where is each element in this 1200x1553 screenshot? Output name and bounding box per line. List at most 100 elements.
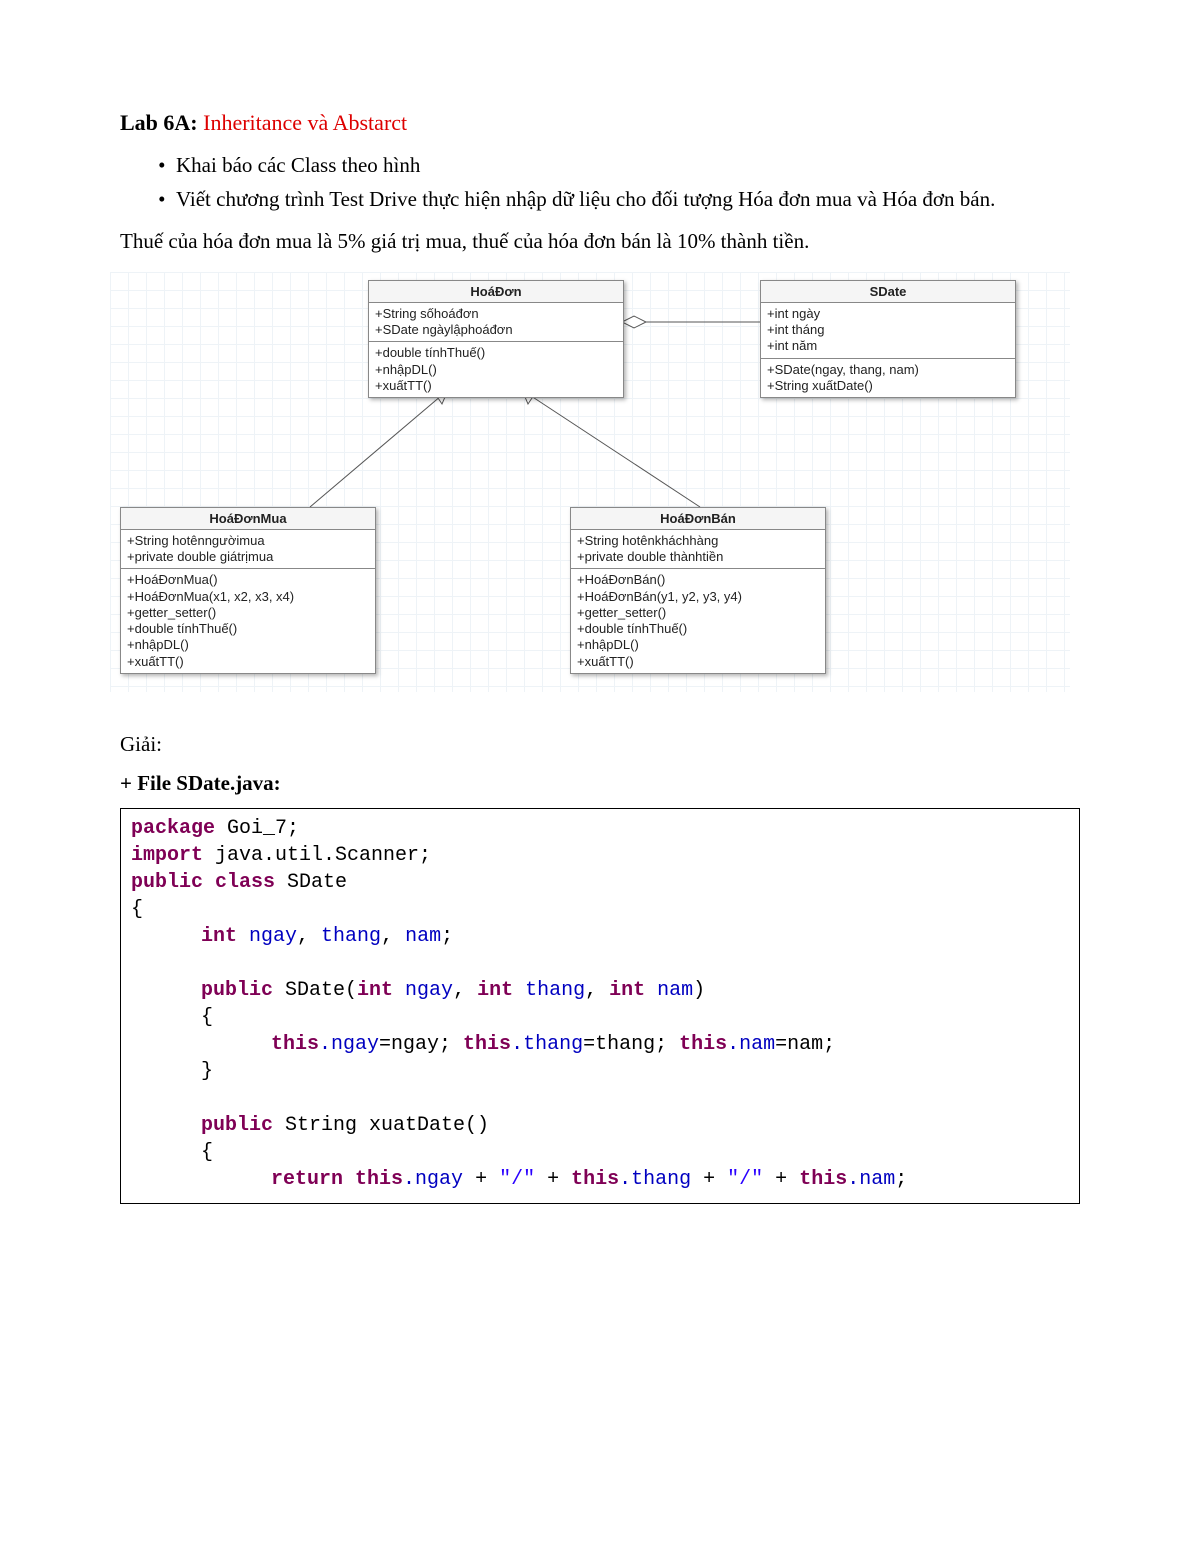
code-txt: { bbox=[201, 1141, 213, 1164]
code-kw: int bbox=[357, 979, 393, 1002]
uml-attr: +int ngày bbox=[767, 306, 1009, 322]
list-item: Viết chương trình Test Drive thực hiện n… bbox=[176, 184, 1080, 214]
code-str: "/" bbox=[499, 1168, 535, 1191]
document-page: Lab 6A: Inheritance và Abstarct Khai báo… bbox=[0, 0, 1200, 1553]
code-txt: { bbox=[131, 898, 143, 921]
uml-op: +nhậpDL() bbox=[375, 362, 617, 378]
code-id: .thang bbox=[511, 1033, 583, 1056]
uml-op: +nhậpDL() bbox=[577, 637, 819, 653]
code-kw: this bbox=[271, 1033, 319, 1056]
uml-op: +getter_setter() bbox=[127, 605, 369, 621]
uml-class-hoadon: HoáĐơn +String sốhoáđơn +SDate ngàylậpho… bbox=[368, 280, 624, 398]
uml-op: +HoáĐơnBán(y1, y2, y3, y4) bbox=[577, 589, 819, 605]
solution-label: Giải: bbox=[120, 732, 1080, 757]
code-txt: ; bbox=[895, 1168, 907, 1191]
code-kw: import bbox=[131, 844, 203, 867]
uml-op: +xuấtTT() bbox=[577, 654, 819, 670]
code-id: .ngay bbox=[319, 1033, 379, 1056]
code-txt: =ngay; bbox=[379, 1033, 463, 1056]
uml-attrs: +String hotênkháchhàng +private double t… bbox=[571, 530, 825, 570]
code-txt: , bbox=[381, 925, 405, 948]
code-kw: int bbox=[477, 979, 513, 1002]
code-kw: this bbox=[799, 1168, 847, 1191]
code-txt: } bbox=[201, 1060, 213, 1083]
uml-op: +double tínhThuế() bbox=[375, 345, 617, 361]
code-id: .nam bbox=[727, 1033, 775, 1056]
code-kw: public bbox=[131, 871, 203, 894]
code-kw: class bbox=[203, 871, 275, 894]
page-title: Lab 6A: Inheritance và Abstarct bbox=[120, 110, 1080, 136]
code-kw: this bbox=[463, 1033, 511, 1056]
uml-op: +getter_setter() bbox=[577, 605, 819, 621]
uml-op: +double tínhThuế() bbox=[577, 621, 819, 637]
description-list: Khai báo các Class theo hình Viết chương… bbox=[120, 150, 1080, 215]
code-id: .thang bbox=[619, 1168, 691, 1191]
uml-ops: +HoáĐơnMua() +HoáĐơnMua(x1, x2, x3, x4) … bbox=[121, 569, 375, 673]
uml-attrs: +int ngày +int tháng +int năm bbox=[761, 303, 1015, 359]
code-txt: =thang; bbox=[583, 1033, 679, 1056]
code-kw: int bbox=[609, 979, 645, 1002]
code-txt: =nam; bbox=[775, 1033, 835, 1056]
uml-attr: +String hotênngườimua bbox=[127, 533, 369, 549]
code-kw: this bbox=[571, 1168, 619, 1191]
code-txt: + bbox=[463, 1168, 499, 1191]
uml-class-title: HoáĐơn bbox=[369, 281, 623, 303]
code-kw: this bbox=[679, 1033, 727, 1056]
code-txt: { bbox=[201, 1006, 213, 1029]
code-kw: public bbox=[201, 1114, 273, 1137]
code-txt: String xuatDate() bbox=[273, 1114, 489, 1137]
code-txt: + bbox=[691, 1168, 727, 1191]
title-name: Inheritance và Abstarct bbox=[203, 110, 407, 135]
code-txt: , bbox=[297, 925, 321, 948]
uml-op: +nhậpDL() bbox=[127, 637, 369, 653]
code-txt: java.util.Scanner; bbox=[203, 844, 431, 867]
uml-op: +HoáĐơnMua(x1, x2, x3, x4) bbox=[127, 589, 369, 605]
code-id: thang bbox=[513, 979, 585, 1002]
code-kw: this bbox=[355, 1168, 403, 1191]
code-txt: , bbox=[453, 979, 477, 1002]
uml-ops: +SDate(ngay, thang, nam) +String xuấtDat… bbox=[761, 359, 1015, 398]
uml-ops: +double tínhThuế() +nhậpDL() +xuấtTT() bbox=[369, 342, 623, 397]
uml-class-title: HoáĐơnBán bbox=[571, 508, 825, 530]
file-label: + File SDate.java: bbox=[120, 771, 1080, 796]
uml-op: +xuấtTT() bbox=[127, 654, 369, 670]
code-id: nam bbox=[405, 925, 441, 948]
code-txt: ) bbox=[693, 979, 705, 1002]
code-id: ngay bbox=[393, 979, 453, 1002]
uml-attr: +private double giátrịmua bbox=[127, 549, 369, 565]
uml-attr: +SDate ngàylậphoáđơn bbox=[375, 322, 617, 338]
code-kw: public bbox=[201, 979, 273, 1002]
code-id: nam bbox=[645, 979, 693, 1002]
code-txt: + bbox=[763, 1168, 799, 1191]
code-txt: ; bbox=[441, 925, 453, 948]
uml-attr: +String hotênkháchhàng bbox=[577, 533, 819, 549]
uml-op: +SDate(ngay, thang, nam) bbox=[767, 362, 1009, 378]
code-id: ngay bbox=[237, 925, 297, 948]
list-item: Khai báo các Class theo hình bbox=[176, 150, 1080, 180]
uml-op: +String xuấtDate() bbox=[767, 378, 1009, 394]
title-lab: Lab 6A: bbox=[120, 110, 203, 135]
code-kw: int bbox=[201, 925, 237, 948]
code-str: "/" bbox=[727, 1168, 763, 1191]
uml-op: +HoáĐơnBán() bbox=[577, 572, 819, 588]
code-txt: SDate( bbox=[273, 979, 357, 1002]
uml-attr: +String sốhoáđơn bbox=[375, 306, 617, 322]
tax-paragraph: Thuế của hóa đơn mua là 5% giá trị mua, … bbox=[120, 229, 1080, 254]
code-txt: + bbox=[535, 1168, 571, 1191]
code-txt: , bbox=[585, 979, 609, 1002]
code-id: .nam bbox=[847, 1168, 895, 1191]
uml-attr: +private double thànhtiền bbox=[577, 549, 819, 565]
code-id: .ngay bbox=[403, 1168, 463, 1191]
uml-op: +xuấtTT() bbox=[375, 378, 617, 394]
uml-attrs: +String hotênngườimua +private double gi… bbox=[121, 530, 375, 570]
uml-class-hoadonmua: HoáĐơnMua +String hotênngườimua +private… bbox=[120, 507, 376, 674]
uml-class-hoadonban: HoáĐơnBán +String hotênkháchhàng +privat… bbox=[570, 507, 826, 674]
uml-class-title: HoáĐơnMua bbox=[121, 508, 375, 530]
code-txt: SDate bbox=[275, 871, 347, 894]
uml-class-title: SDate bbox=[761, 281, 1015, 303]
uml-diagram: HoáĐơn +String sốhoáđơn +SDate ngàylậpho… bbox=[110, 272, 1070, 692]
uml-attr: +int tháng bbox=[767, 322, 1009, 338]
code-id: thang bbox=[321, 925, 381, 948]
code-kw: return bbox=[271, 1168, 343, 1191]
uml-attrs: +String sốhoáđơn +SDate ngàylậphoáđơn bbox=[369, 303, 623, 343]
